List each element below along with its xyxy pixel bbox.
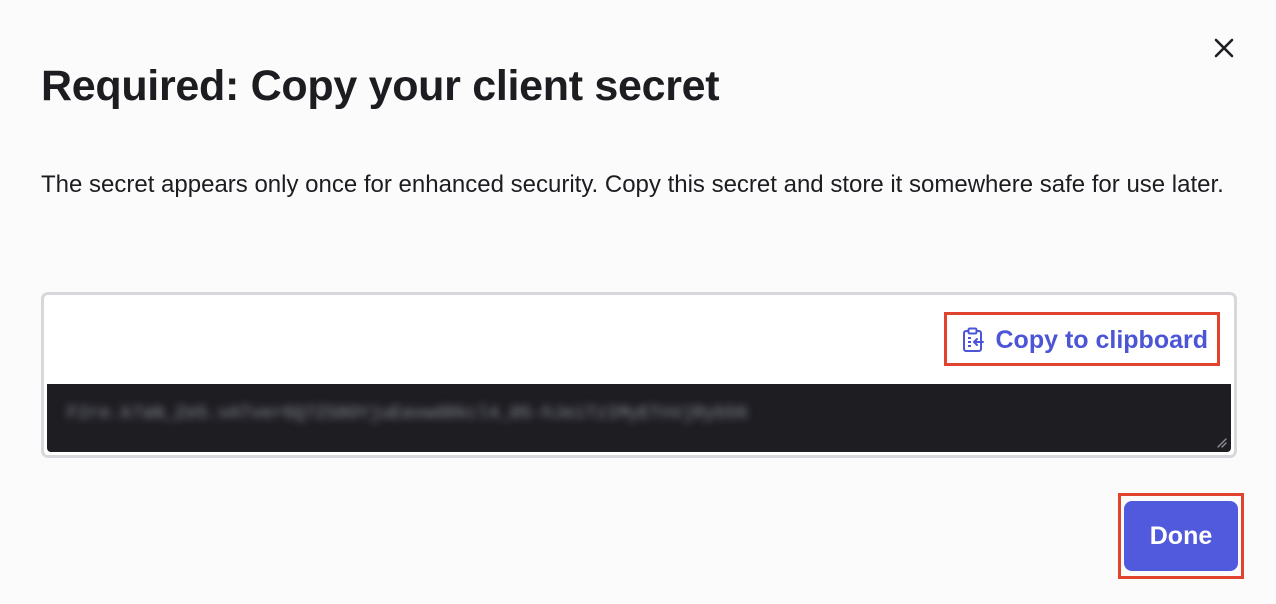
resize-handle-icon[interactable] — [1215, 436, 1227, 448]
dialog-description: The secret appears only once for enhance… — [41, 171, 1224, 198]
close-icon — [1214, 38, 1234, 58]
close-button[interactable] — [1210, 34, 1238, 62]
secret-value-text: F2re.k7aN_Ze5.vATver6Q7ZS8OYjuEavwd8kcl4… — [67, 404, 748, 424]
client-secret-dialog: Required: Copy your client secret The se… — [0, 0, 1276, 604]
secret-value-textarea[interactable]: F2re.k7aN_Ze5.vATver6Q7ZS8OYjuEavwd8kcl4… — [47, 384, 1231, 452]
done-button-highlight — [1118, 493, 1244, 579]
copy-button-highlight — [944, 312, 1220, 366]
dialog-title: Required: Copy your client secret — [41, 62, 720, 110]
